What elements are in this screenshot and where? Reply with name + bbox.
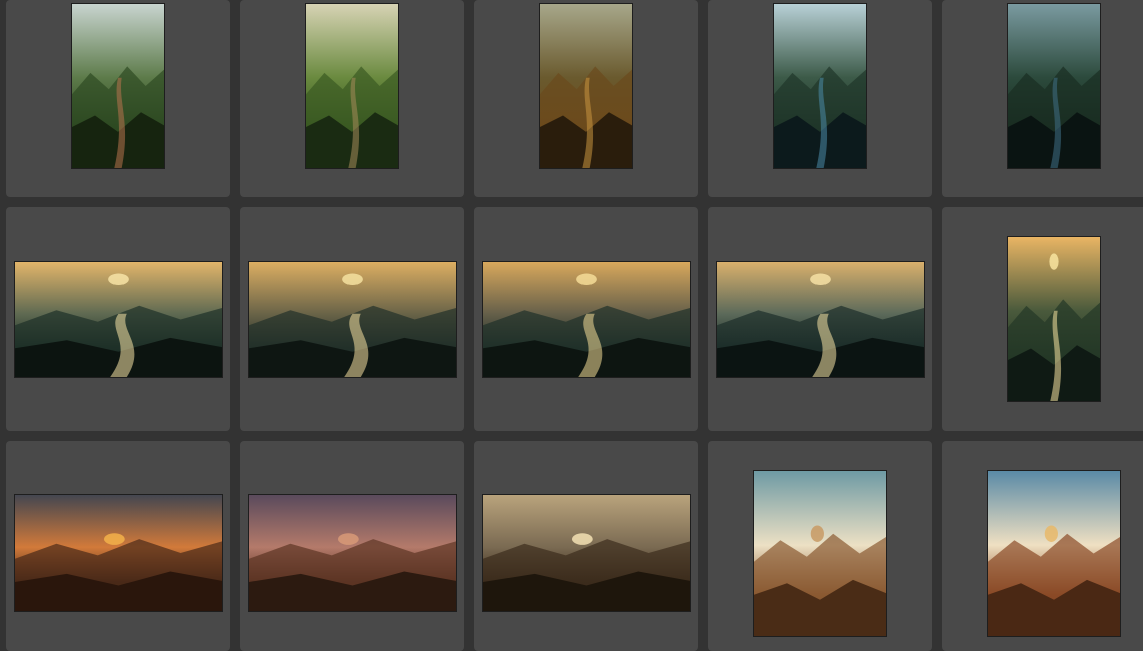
misty-pine-river-sunrise-3-thumbnail[interactable] bbox=[482, 261, 691, 378]
mountain-monastery-valley-thumbnail[interactable] bbox=[71, 3, 165, 169]
gallery-cell[interactable] bbox=[240, 207, 464, 431]
golden-hill-ridge-thumbnail[interactable] bbox=[539, 3, 633, 169]
gallery-cell[interactable] bbox=[474, 207, 698, 431]
image-render bbox=[483, 262, 690, 377]
image-render bbox=[15, 262, 222, 377]
image-render bbox=[1008, 237, 1100, 401]
desert-butte-thunderhead-thumbnail[interactable] bbox=[987, 470, 1121, 637]
gallery-cell[interactable] bbox=[474, 441, 698, 651]
misty-pine-river-sunrise-1-thumbnail[interactable] bbox=[14, 261, 223, 378]
gallery-cell[interactable] bbox=[240, 0, 464, 197]
gallery-cell[interactable] bbox=[6, 0, 230, 197]
gallery-cell[interactable] bbox=[474, 0, 698, 197]
gallery-cell[interactable] bbox=[708, 441, 932, 651]
gallery-cell[interactable] bbox=[708, 207, 932, 431]
image-render bbox=[774, 4, 866, 168]
desert-dusk-pink-sky-thumbnail[interactable] bbox=[248, 494, 457, 612]
image-render bbox=[72, 4, 164, 168]
canyon-river-aerial-thumbnail[interactable] bbox=[773, 3, 867, 169]
image-gallery bbox=[0, 0, 1143, 651]
image-render bbox=[483, 495, 690, 611]
image-render bbox=[1008, 4, 1100, 168]
image-render bbox=[717, 262, 924, 377]
green-mountain-ridge-thumbnail[interactable] bbox=[305, 3, 399, 169]
desert-sunset-orange-sky-thumbnail[interactable] bbox=[14, 494, 223, 612]
desert-mountains-backlit-thumbnail[interactable] bbox=[482, 494, 691, 612]
forest-river-stormy-sky-thumbnail[interactable] bbox=[1007, 3, 1101, 169]
misty-pine-river-sunrise-2-thumbnail[interactable] bbox=[248, 261, 457, 378]
gallery-cell[interactable] bbox=[708, 0, 932, 197]
image-render bbox=[249, 495, 456, 611]
image-render bbox=[540, 4, 632, 168]
image-render bbox=[754, 471, 886, 636]
gallery-cell[interactable] bbox=[942, 207, 1143, 431]
gallery-cell[interactable] bbox=[942, 0, 1143, 197]
gallery-cell[interactable] bbox=[942, 441, 1143, 651]
image-render bbox=[15, 495, 222, 611]
gallery-cell[interactable] bbox=[6, 441, 230, 651]
gallery-cell[interactable] bbox=[240, 441, 464, 651]
misty-pine-river-sunrise-4-thumbnail[interactable] bbox=[716, 261, 925, 378]
river-valley-sunset-thumbnail[interactable] bbox=[1007, 236, 1101, 402]
image-render bbox=[988, 471, 1120, 636]
gallery-cell[interactable] bbox=[6, 207, 230, 431]
image-render bbox=[249, 262, 456, 377]
image-render bbox=[306, 4, 398, 168]
desert-mesa-cumulus-clouds-thumbnail[interactable] bbox=[753, 470, 887, 637]
